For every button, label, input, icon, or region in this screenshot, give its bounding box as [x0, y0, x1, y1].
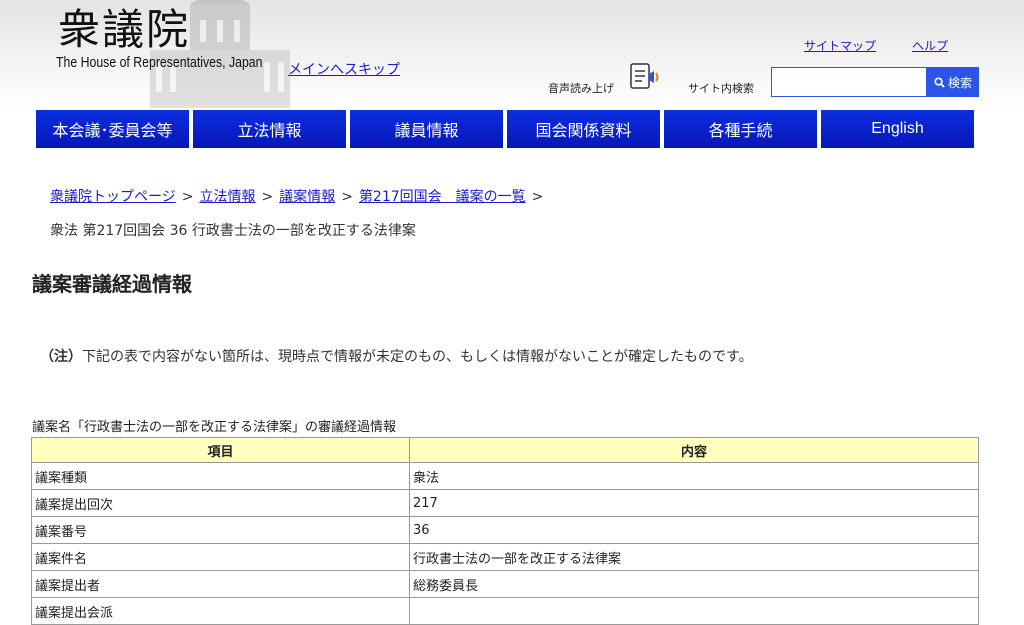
page-title: 議案審議経過情報 — [32, 272, 192, 296]
table-cell-value: 行政書士法の一部を改正する法律案 — [409, 543, 979, 571]
column-header-content: 内容 — [409, 437, 979, 463]
table-row: 議案提出回次 217 — [31, 489, 979, 517]
table-cell-label: 議案番号 — [31, 516, 410, 544]
table-row: 議案種類 衆法 — [31, 462, 979, 490]
site-logo-english[interactable]: The House of Representatives, Japan — [56, 54, 262, 71]
nav-item-english[interactable]: English — [821, 110, 974, 148]
search-button-label: 検索 — [947, 75, 972, 90]
table-row: 議案件名 行政書士法の一部を改正する法律案 — [31, 543, 979, 571]
table-header-row: 項目 内容 — [31, 437, 979, 463]
breadcrumb-separator: > — [261, 189, 274, 205]
table-cell-label: 議案提出者 — [31, 570, 410, 598]
search-icon — [934, 76, 945, 88]
table-cell-label: 議案種類 — [31, 462, 410, 490]
note-text: 下記の表で内容がない箇所は、現時点で情報が未定のもの、もしくは情報がないことが確… — [82, 349, 753, 365]
breadcrumb-link-bill-list[interactable]: 第217回国会 議案の一覧 — [359, 189, 526, 205]
breadcrumb: 衆議院トップページ > 立法情報 > 議案情報 > 第217回国会 議案の一覧 > — [50, 186, 549, 206]
table-cell-value — [409, 597, 979, 625]
voice-readout-label[interactable]: 音声読み上げ — [548, 80, 614, 96]
breadcrumb-link-bills[interactable]: 議案情報 — [279, 189, 335, 205]
breadcrumb-current: 衆法 第217回国会 36 行政書士法の一部を改正する法律案 — [50, 223, 416, 239]
table-cell-value: 217 — [409, 489, 979, 517]
breadcrumb-separator: > — [181, 189, 194, 205]
global-navigation: 本会議･委員会等 立法情報 議員情報 国会関係資料 各種手続 English — [36, 110, 974, 148]
nav-item-plenary-committees[interactable]: 本会議･委員会等 — [36, 110, 189, 148]
table-cell-label: 議案提出回次 — [31, 489, 410, 517]
table-row: 議案番号 36 — [31, 516, 979, 544]
table-cell-label: 議案件名 — [31, 543, 410, 571]
site-logo[interactable]: 衆議院 — [58, 4, 190, 56]
bill-progress-table: 項目 内容 議案種類 衆法 議案提出回次 217 議案番号 36 議案件名 行政… — [31, 437, 979, 625]
help-link[interactable]: ヘルプ — [912, 37, 948, 54]
table-cell-value: 36 — [409, 516, 979, 544]
breadcrumb-link-legislation[interactable]: 立法情報 — [199, 189, 255, 205]
sitemap-link[interactable]: サイトマップ — [804, 37, 876, 54]
nav-item-procedures[interactable]: 各種手続 — [664, 110, 817, 148]
breadcrumb-separator: > — [531, 189, 544, 205]
table-cell-label: 議案提出会派 — [31, 597, 410, 625]
nav-item-diet-materials[interactable]: 国会関係資料 — [507, 110, 660, 148]
site-search-label: サイト内検索 — [688, 82, 754, 95]
table-row: 議案提出会派 — [31, 597, 979, 625]
nav-item-legislation[interactable]: 立法情報 — [193, 110, 346, 148]
table-row: 議案提出者 総務委員長 — [31, 570, 979, 598]
breadcrumb-link-top[interactable]: 衆議院トップページ — [50, 189, 176, 205]
site-search-input[interactable] — [771, 67, 927, 97]
skip-to-main-link[interactable]: メインへスキップ — [288, 59, 400, 79]
table-cell-value: 衆法 — [409, 462, 979, 490]
site-header: 衆議院 The House of Representatives, Japan … — [0, 0, 1024, 108]
nav-item-members[interactable]: 議員情報 — [350, 110, 503, 148]
table-caption: 議案名「行政書士法の一部を改正する法律案」の審議経過情報 — [32, 420, 397, 435]
note-prefix: （注） — [40, 349, 82, 365]
note: （注）下記の表で内容がない箇所は、現時点で情報が未定のもの、もしくは情報がないこ… — [40, 346, 753, 366]
breadcrumb-separator: > — [341, 189, 353, 205]
search-button[interactable]: 検索 — [927, 67, 979, 97]
speaker-icon[interactable] — [629, 62, 661, 92]
column-header-item: 項目 — [31, 437, 410, 463]
table-cell-value: 総務委員長 — [409, 570, 979, 598]
